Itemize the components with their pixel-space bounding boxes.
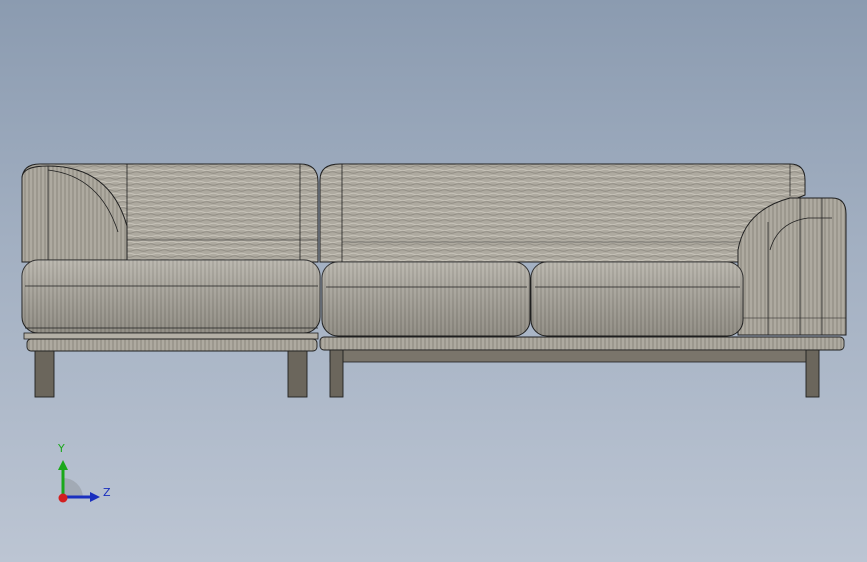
right-leg-back: [805, 349, 820, 398]
left-leg-front: [34, 350, 55, 398]
left-sofa-section: [21, 163, 321, 398]
left-leg-back: [287, 350, 308, 398]
x-axis-point-icon: [58, 493, 68, 503]
sofa-model[interactable]: [0, 0, 867, 562]
triad-y-label: Y: [58, 442, 65, 455]
graphics-viewport[interactable]: Y Z: [0, 0, 867, 562]
triad-z-label: Z: [103, 486, 111, 499]
right-backrest: [319, 163, 806, 263]
right-base-frame: [319, 336, 845, 351]
right-sofa-section: [319, 163, 847, 398]
triad-xy-plane-icon: [63, 478, 83, 497]
left-base-frame: [26, 338, 318, 352]
right-armrest: [737, 197, 847, 336]
right-leg-front: [329, 349, 344, 398]
